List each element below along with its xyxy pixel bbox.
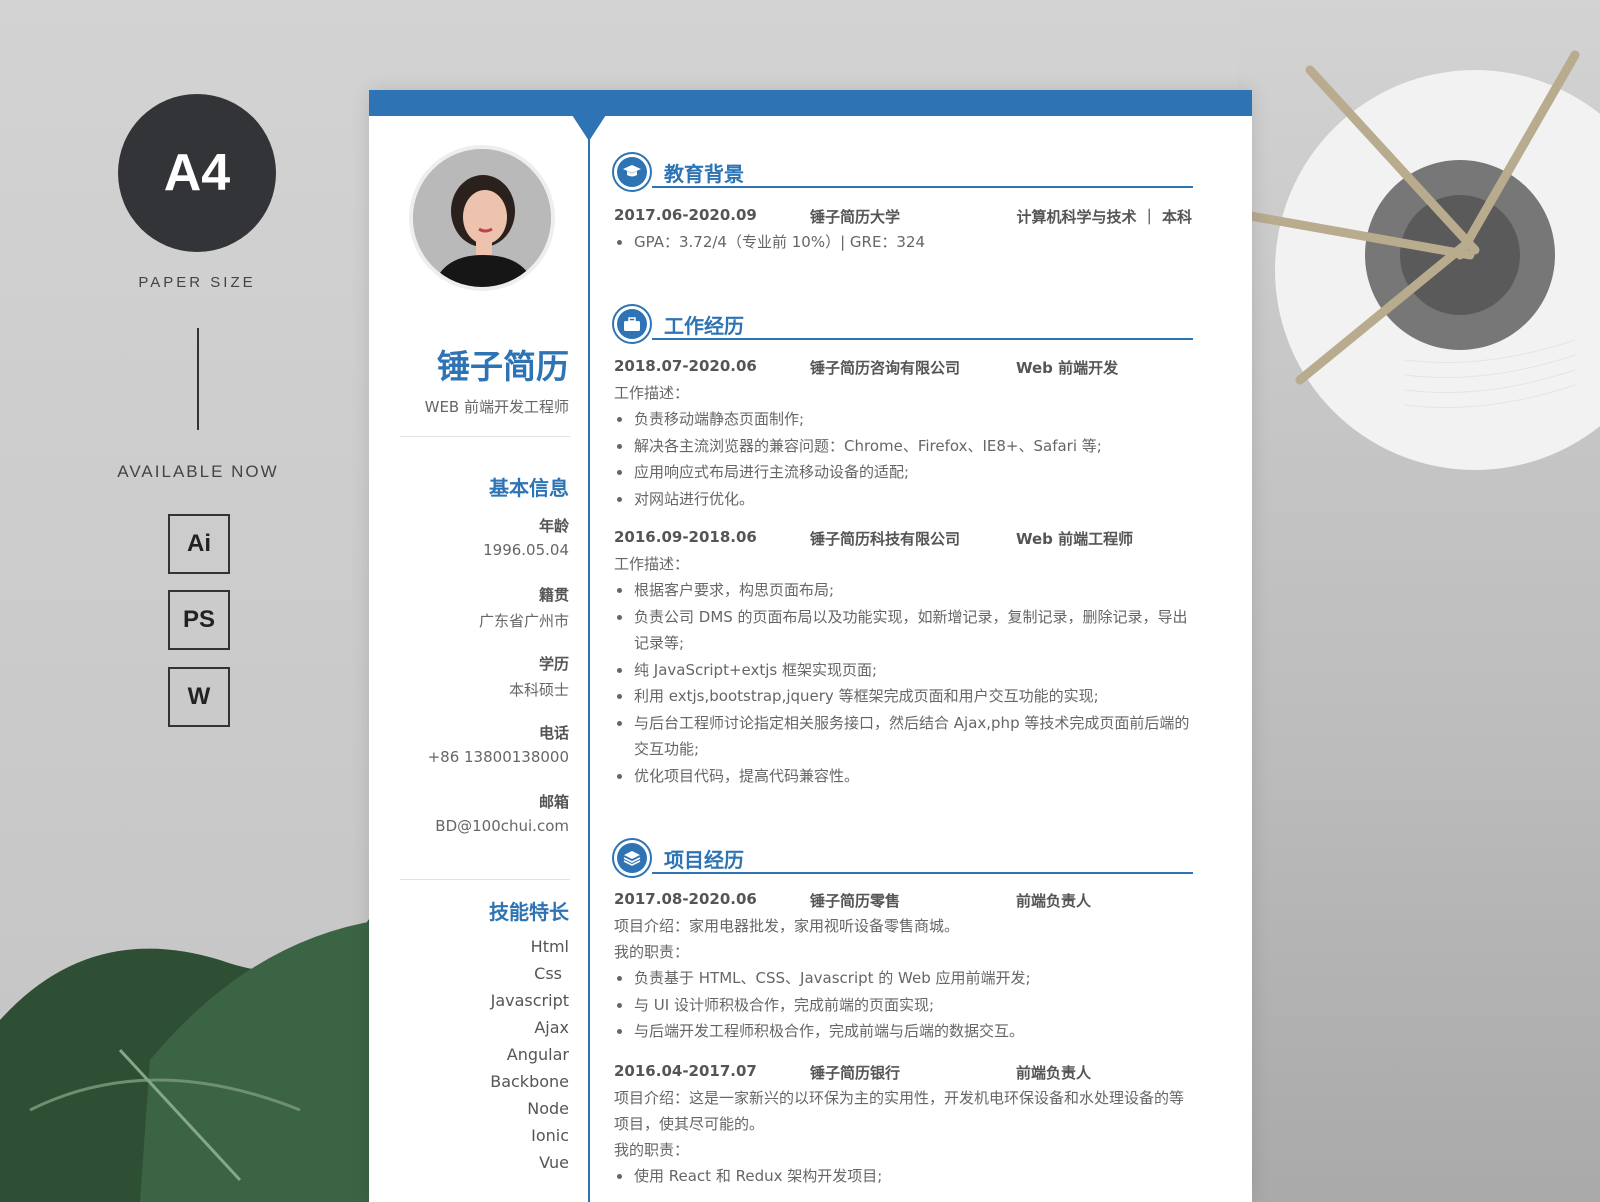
project-bullets: 负责基于 HTML、CSS、Javascript 的 Web 应用前端开发; 与… — [614, 965, 1192, 1045]
job-row: 2016.09-2018.06 锤子简历科技有限公司 Web 前端工程师 — [614, 528, 1192, 552]
list-item: 使用 React 和 Redux 架构开发项目; — [614, 1163, 1192, 1190]
plant-leaf-illustration — [0, 900, 380, 1202]
skill-item: Javascript — [490, 991, 569, 1010]
project-role: 前端负责人 — [1016, 892, 1092, 910]
job-date: 2018.07-2020.06 — [614, 357, 757, 375]
graduation-cap-icon — [612, 152, 652, 192]
paper-size-label: PAPER SIZE — [138, 274, 256, 291]
resume-page: 锤子简历 WEB 前端开发工程师 基本信息 年龄 1996.05.04 籍贯 广… — [369, 90, 1252, 1202]
job-row: 2018.07-2020.06 锤子简历咨询有限公司 Web 前端开发 — [614, 357, 1192, 381]
list-item: 负责公司 DMS 的页面布局以及功能实现，如新增记录，复制记录，删除记录，导出记… — [614, 604, 1192, 657]
left-divider-2 — [400, 879, 570, 880]
list-item: 优化项目代码，提高代码兼容性。 — [614, 763, 1192, 790]
info-label-age: 年龄 — [538, 517, 569, 535]
list-item: GPA：3.72/4（专业前 10%）| GRE：324 — [614, 229, 1192, 256]
project-name: 锤子简历银行 — [810, 1064, 901, 1082]
project-section-header: 项目经历 — [612, 838, 1193, 882]
list-item: 应用响应式布局进行主流移动设备的适配; — [614, 459, 1192, 486]
skills-heading: 技能特长 — [489, 900, 569, 924]
top-accent-bar — [369, 90, 1252, 116]
vase-illustration — [1245, 50, 1600, 470]
layers-icon — [612, 838, 652, 878]
list-item: 利用 extjs,bootstrap,jquery 等框架完成页面和用户交互功能… — [614, 683, 1192, 710]
paper-size-badge: A4 — [118, 94, 276, 252]
skills-list: Html Css Javascript Ajax Angular Backbon… — [369, 933, 569, 1176]
info-label-phone: 电话 — [538, 724, 569, 742]
candidate-name: 锤子简历 — [437, 347, 569, 386]
info-value-email: BD@100chui.com — [435, 817, 569, 835]
avatar — [409, 145, 555, 291]
skill-item: Ionic — [531, 1126, 569, 1145]
info-label-education: 学历 — [538, 655, 569, 673]
briefcase-icon — [612, 304, 652, 344]
job-date: 2016.09-2018.06 — [614, 528, 757, 546]
skill-item: Css — [534, 964, 562, 983]
work-section-header: 工作经历 — [612, 304, 1193, 348]
section-underline — [652, 872, 1193, 874]
list-item: 根据客户要求，构思页面布局; — [614, 577, 1192, 604]
education-bullets: GPA：3.72/4（专业前 10%）| GRE：324 — [614, 229, 1192, 256]
project-role: 前端负责人 — [1016, 1064, 1092, 1082]
education-major: 计算机科学与技术 ｜ 本科 — [1016, 208, 1192, 226]
project-date: 2016.04-2017.07 — [614, 1062, 757, 1080]
info-value-age: 1996.05.04 — [483, 541, 569, 559]
skill-item: Node — [527, 1099, 569, 1118]
education-row: 2017.06-2020.09 锤子简历大学 计算机科学与技术 ｜ 本科 — [614, 206, 1192, 230]
column-divider — [588, 138, 590, 1202]
list-item: 与 UI 设计师积极合作，完成前端的页面实现; — [614, 992, 1192, 1019]
list-item: 与后端开发工程师积极合作，完成前端与后端的数据交互。 — [614, 1018, 1192, 1045]
list-item: 负责基于 HTML、CSS、Javascript 的 Web 应用前端开发; — [614, 965, 1192, 992]
job-bullets: 根据客户要求，构思页面布局; 负责公司 DMS 的页面布局以及功能实现，如新增记… — [614, 577, 1192, 789]
job-desc-label: 工作描述： — [614, 555, 690, 573]
list-item: 负责移动端静态页面制作; — [614, 406, 1192, 433]
job-desc-label: 工作描述： — [614, 384, 690, 402]
list-item: 对网站进行优化。 — [614, 486, 1192, 513]
section-underline — [652, 338, 1193, 340]
avatar-portrait-icon — [413, 149, 551, 287]
info-value-education: 本科硕士 — [508, 681, 569, 699]
project-heading: 项目经历 — [664, 848, 744, 872]
info-label-hometown: 籍贯 — [538, 586, 569, 604]
project-duty-label: 我的职责： — [614, 1141, 690, 1159]
project-duty-label: 我的职责： — [614, 943, 690, 961]
left-divider — [400, 436, 570, 437]
job-position: Web 前端工程师 — [1016, 530, 1134, 548]
info-value-phone: +86 13800138000 — [427, 748, 569, 766]
project-row: 2017.08-2020.06 锤子简历零售 前端负责人 — [614, 890, 1192, 914]
skill-item: Vue — [539, 1153, 569, 1172]
format-ai-badge: Ai — [168, 514, 230, 574]
project-row: 2016.04-2017.07 锤子简历银行 前端负责人 — [614, 1062, 1192, 1086]
education-section-header: 教育背景 — [612, 152, 1193, 196]
section-underline — [652, 186, 1193, 188]
available-now-label: AVAILABLE NOW — [117, 462, 279, 481]
education-school: 锤子简历大学 — [810, 208, 901, 226]
job-company: 锤子简历科技有限公司 — [810, 530, 961, 548]
list-item: 解决各主流浏览器的兼容问题：Chrome、Firefox、IE8+、Safari… — [614, 433, 1192, 460]
education-heading: 教育背景 — [664, 162, 744, 186]
skill-item: Ajax — [534, 1018, 569, 1037]
work-heading: 工作经历 — [664, 314, 744, 338]
skill-item: Angular — [506, 1045, 569, 1064]
project-name: 锤子简历零售 — [810, 892, 901, 910]
skill-item: Html — [530, 937, 569, 956]
badge-text: A4 — [163, 144, 231, 202]
job-position: Web 前端开发 — [1016, 359, 1119, 377]
basic-info-heading: 基本信息 — [489, 476, 569, 500]
info-label-email: 邮箱 — [538, 793, 569, 811]
job-bullets: 负责移动端静态页面制作; 解决各主流浏览器的兼容问题：Chrome、Firefo… — [614, 406, 1192, 512]
format-ps-badge: PS — [168, 590, 230, 650]
project-date: 2017.08-2020.06 — [614, 890, 757, 908]
project-bullets: 使用 React 和 Redux 架构开发项目; — [614, 1163, 1192, 1190]
job-company: 锤子简历咨询有限公司 — [810, 359, 961, 377]
info-value-hometown: 广东省广州市 — [478, 612, 569, 630]
vertical-divider — [197, 328, 199, 430]
list-item: 与后台工程师讨论指定相关服务接口，然后结合 Ajax,php 等技术完成页面前后… — [614, 710, 1192, 763]
skill-item: Backbone — [490, 1072, 569, 1091]
education-date: 2017.06-2020.09 — [614, 206, 757, 224]
candidate-role: WEB 前端开发工程师 — [424, 398, 569, 416]
project-intro: 项目介绍：这是一家新兴的以环保为主的实用性，开发机电环保设备和水处理设备的等项目… — [614, 1089, 1185, 1133]
list-item: 纯 JavaScript+extjs 框架实现页面; — [614, 657, 1192, 684]
format-word-badge: W — [168, 667, 230, 727]
project-intro: 项目介绍：家用电器批发，家用视听设备零售商城。 — [614, 917, 960, 935]
